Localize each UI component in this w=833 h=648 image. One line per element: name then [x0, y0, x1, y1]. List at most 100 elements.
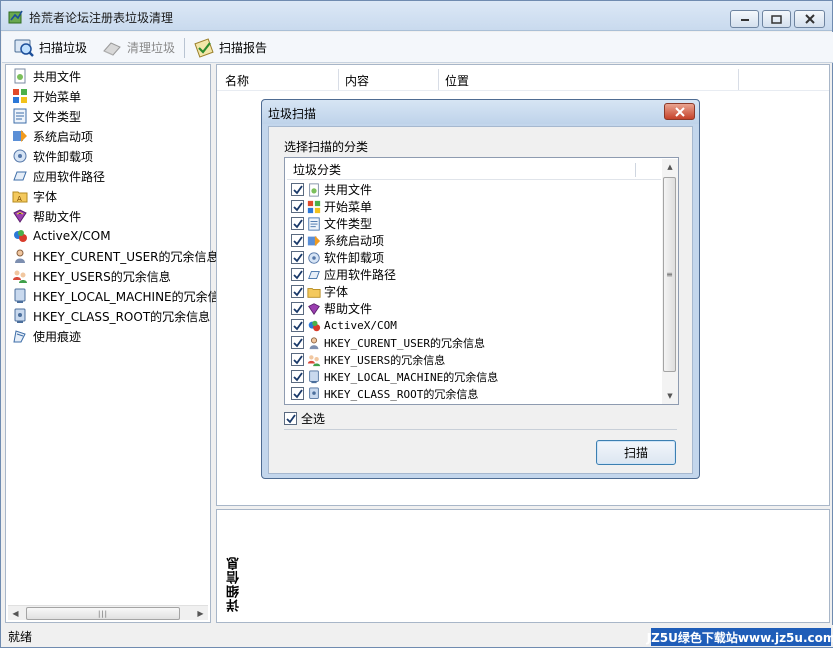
- minimize-button[interactable]: [730, 10, 759, 28]
- checkbox[interactable]: [291, 234, 304, 247]
- shared-file-icon: [14, 68, 26, 84]
- app-path-icon: [13, 171, 27, 181]
- checkmark-icon: [292, 184, 303, 194]
- main-window: 拾荒者论坛注册表垃圾清理 扫描垃圾 清理垃圾 扫描报告 共用文件 开始菜单 文件…: [0, 0, 833, 648]
- class-root-icon: [309, 386, 319, 399]
- checklist-item[interactable]: 字体: [291, 283, 348, 300]
- checkmark-icon: [292, 218, 303, 228]
- tree-item[interactable]: 帮助文件: [12, 207, 81, 225]
- tree-item[interactable]: HKEY_USERS的冗余信息: [12, 267, 171, 285]
- scan-garbage-button[interactable]: 扫描垃圾: [10, 35, 90, 60]
- status-text: 就绪: [8, 630, 33, 644]
- eraser-icon: [103, 41, 121, 56]
- file-type-icon: [13, 108, 27, 124]
- checkmark-icon: [285, 413, 296, 423]
- font-folder-icon: [307, 287, 321, 298]
- start-menu-icon: [13, 89, 27, 103]
- checklist-item[interactable]: 文件类型: [291, 215, 372, 232]
- checkbox[interactable]: [284, 412, 297, 425]
- column-header-location[interactable]: 位置: [439, 69, 739, 91]
- checklist-item[interactable]: HKEY_LOCAL_MACHINE的冗余信息: [291, 368, 498, 385]
- checkmark-icon: [292, 235, 303, 245]
- checklist-item[interactable]: 系统启动项: [291, 232, 384, 249]
- startup-icon: [13, 130, 27, 142]
- checkbox[interactable]: [291, 336, 304, 349]
- checklist-item[interactable]: 软件卸载项: [291, 249, 384, 266]
- checklist-item[interactable]: ActiveX/COM: [291, 317, 397, 334]
- checkbox[interactable]: [291, 353, 304, 366]
- dialog-divider: [284, 429, 677, 430]
- column-header-name[interactable]: 名称: [219, 69, 339, 91]
- checkbox[interactable]: [291, 387, 304, 400]
- maximize-button[interactable]: [762, 10, 791, 28]
- scroll-right-icon[interactable]: ▶: [193, 606, 208, 621]
- checklist-item[interactable]: 应用软件路径: [291, 266, 396, 283]
- close-icon: [674, 106, 685, 117]
- tree-item[interactable]: ActiveX/COM: [12, 227, 111, 245]
- uninstall-icon: [308, 251, 320, 264]
- checklist-item[interactable]: HKEY_USERS的冗余信息: [291, 351, 445, 368]
- checkmark-icon: [292, 354, 303, 364]
- scrollbar-thumb[interactable]: |||: [26, 607, 180, 620]
- uninstall-icon: [13, 149, 27, 163]
- watermark-banner: JZ5U绿色下载站www.jz5u.com: [647, 628, 833, 646]
- tree-item[interactable]: HKEY_CLASS_ROOT的冗余信息: [12, 307, 210, 325]
- scan-dialog: 垃圾扫描 选择扫描的分类 垃圾分类 共用文件 开始菜单 文件类型 系统启动项 软…: [261, 99, 700, 479]
- tree-item[interactable]: 系统启动项: [12, 127, 93, 145]
- toolbar: 扫描垃圾 清理垃圾 扫描报告: [2, 32, 833, 63]
- checkbox[interactable]: [291, 302, 304, 315]
- tree-horizontal-scrollbar[interactable]: ◀ ||| ▶: [8, 605, 208, 620]
- scrollbar-thumb[interactable]: ≡: [663, 177, 676, 372]
- select-all-checkbox[interactable]: 全选: [284, 410, 325, 427]
- app-path-icon: [308, 270, 320, 279]
- checkmark-icon: [292, 388, 303, 398]
- scan-button[interactable]: 扫描: [596, 440, 676, 465]
- checkbox[interactable]: [291, 217, 304, 230]
- users-icon: [13, 270, 27, 283]
- scroll-left-icon[interactable]: ◀: [8, 606, 23, 621]
- category-checklist: 垃圾分类 共用文件 开始菜单 文件类型 系统启动项 软件卸载项 应用软件路径 字…: [284, 157, 679, 405]
- details-panel: 详细信息: [216, 509, 830, 623]
- tree-item[interactable]: 应用软件路径: [12, 167, 105, 185]
- tree-item[interactable]: HKEY_LOCAL_MACHINE的冗余信息: [12, 287, 232, 305]
- scan-magnifier-icon: [14, 39, 34, 57]
- clean-garbage-button[interactable]: 清理垃圾: [98, 35, 178, 60]
- checklist-item[interactable]: 开始菜单: [291, 198, 372, 215]
- scan-report-button[interactable]: 扫描报告: [190, 35, 270, 60]
- column-header-content[interactable]: 内容: [339, 69, 439, 91]
- checkmark-icon: [292, 303, 303, 313]
- class-root-icon: [14, 308, 26, 323]
- app-icon: [8, 10, 23, 24]
- checkbox[interactable]: [291, 268, 304, 281]
- checkbox[interactable]: [291, 251, 304, 264]
- close-icon: [804, 14, 815, 24]
- tree-item[interactable]: 开始菜单: [12, 87, 81, 105]
- tree-item[interactable]: 使用痕迹: [12, 327, 81, 345]
- checkbox[interactable]: [291, 319, 304, 332]
- checklist-item[interactable]: HKEY_CLASS_ROOT的冗余信息: [291, 385, 478, 402]
- tree-item[interactable]: 文件类型: [12, 107, 81, 125]
- checkbox[interactable]: [291, 200, 304, 213]
- font-folder-icon: A: [12, 191, 28, 203]
- machine-icon: [309, 369, 319, 383]
- scroll-up-icon[interactable]: ▲: [662, 159, 678, 175]
- activex-icon: [14, 230, 27, 242]
- checklist-header[interactable]: 垃圾分类: [287, 160, 661, 180]
- checklist-item[interactable]: HKEY_CURENT_USER的冗余信息: [291, 334, 485, 351]
- close-button[interactable]: [794, 10, 825, 28]
- tree-item[interactable]: 共用文件: [12, 67, 81, 85]
- users-icon: [307, 354, 321, 366]
- tree-item[interactable]: A 字体: [12, 187, 57, 205]
- category-tree: 共用文件 开始菜单 文件类型 系统启动项 软件卸载项 应用软件路径 A 字体 帮: [5, 64, 232, 623]
- checkmark-icon: [292, 252, 303, 262]
- dialog-close-button[interactable]: [664, 103, 695, 120]
- checklist-item[interactable]: 共用文件: [291, 181, 372, 198]
- checkbox[interactable]: [291, 285, 304, 298]
- checklist-vertical-scrollbar[interactable]: ▲ ≡ ▼: [662, 159, 678, 404]
- scroll-down-icon[interactable]: ▼: [662, 388, 678, 404]
- tree-item[interactable]: HKEY_CURENT_USER的冗余信息: [12, 247, 219, 265]
- checkbox[interactable]: [291, 370, 304, 383]
- tree-item[interactable]: 软件卸载项: [12, 147, 93, 165]
- checkbox[interactable]: [291, 183, 304, 196]
- checklist-item[interactable]: 帮助文件: [291, 300, 372, 317]
